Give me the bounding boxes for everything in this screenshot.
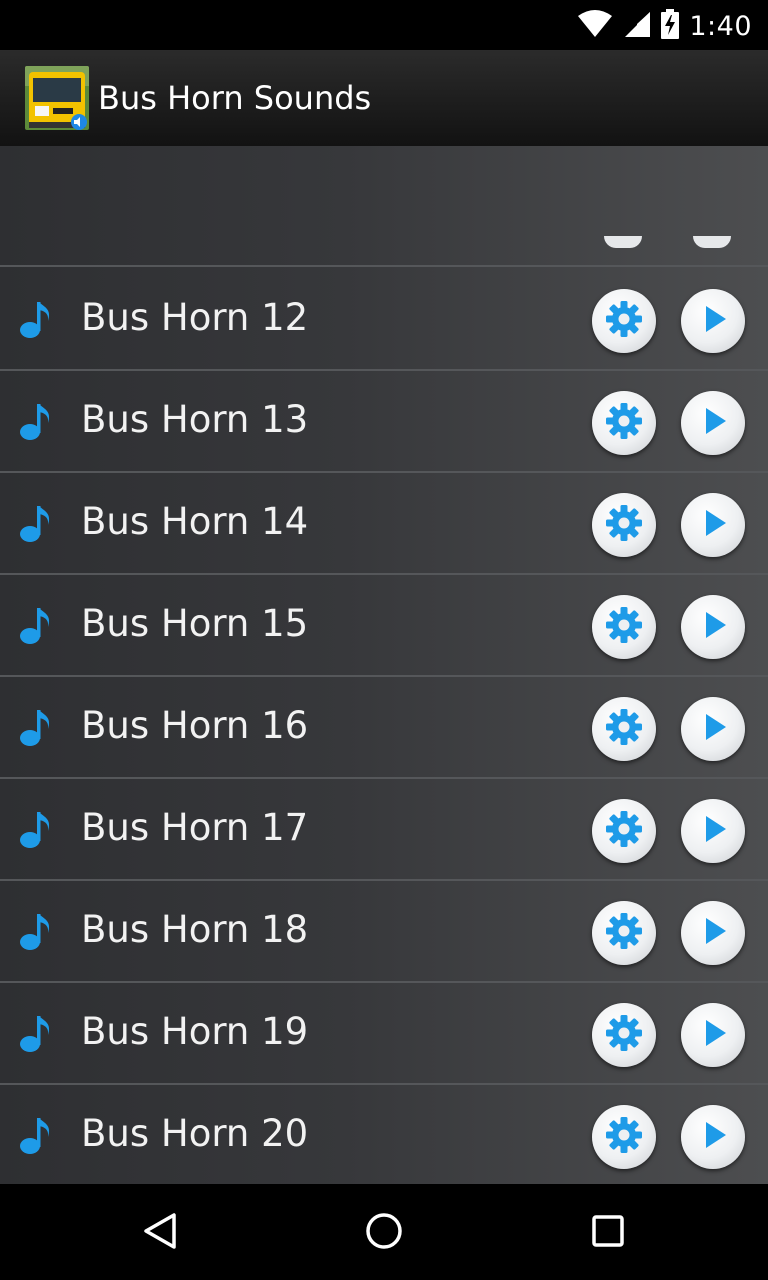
list-item-label: Bus Horn 14 (81, 500, 309, 543)
music-note-icon (18, 299, 56, 339)
settings-button[interactable] (592, 595, 656, 659)
list-item[interactable]: Bus Horn 13 (0, 371, 768, 473)
list-item[interactable]: Bus Horn 17 (0, 779, 768, 881)
settings-button[interactable] (592, 289, 656, 353)
play-button[interactable] (681, 1003, 745, 1067)
play-icon (700, 609, 730, 645)
settings-button[interactable] (592, 391, 656, 455)
music-note-icon (18, 1013, 56, 1053)
back-icon (140, 1211, 180, 1255)
play-button[interactable] (681, 901, 745, 965)
settings-button[interactable] (592, 1105, 656, 1169)
action-bar: Bus Horn Sounds (0, 50, 768, 146)
bus-app-icon (25, 66, 89, 130)
music-note-icon (18, 707, 56, 747)
recents-button[interactable] (583, 1208, 633, 1258)
settings-button[interactable] (592, 901, 656, 965)
list-item[interactable]: Bus Horn 12 (0, 269, 768, 371)
list-item-label: Bus Horn 18 (81, 908, 309, 951)
gear-icon (604, 809, 644, 853)
home-icon (364, 1211, 404, 1255)
status-icons: 1:40 (577, 8, 752, 44)
app-title: Bus Horn Sounds (98, 79, 372, 117)
play-button[interactable] (681, 391, 745, 455)
list-item-label: Bus Horn 15 (81, 602, 309, 645)
list-item[interactable]: Bus Horn 19 (0, 983, 768, 1085)
list-item[interactable]: Bus Horn 14 (0, 473, 768, 575)
play-icon (700, 813, 730, 849)
gear-icon (604, 605, 644, 649)
settings-button[interactable] (592, 697, 656, 761)
list-item-label: Bus Horn 16 (81, 704, 309, 747)
back-button[interactable] (135, 1208, 185, 1258)
gear-icon (604, 911, 644, 955)
settings-button[interactable] (592, 1003, 656, 1067)
home-button[interactable] (359, 1208, 409, 1258)
list-item[interactable]: Bus Horn 20 (0, 1085, 768, 1184)
gear-icon (604, 1013, 644, 1057)
gear-icon (604, 401, 644, 445)
play-button[interactable] (681, 595, 745, 659)
play-icon (700, 1017, 730, 1053)
partial-list-item[interactable] (0, 146, 768, 267)
play-button[interactable] (681, 1105, 745, 1169)
settings-button-partial[interactable] (604, 236, 642, 248)
play-icon (700, 1119, 730, 1155)
play-button[interactable] (681, 493, 745, 557)
music-note-icon (18, 809, 56, 849)
play-icon (700, 303, 730, 339)
list-item[interactable]: Bus Horn 18 (0, 881, 768, 983)
list-item-label: Bus Horn 17 (81, 806, 309, 849)
music-note-icon (18, 401, 56, 441)
gear-icon (604, 503, 644, 547)
settings-button[interactable] (592, 493, 656, 557)
play-button-partial[interactable] (693, 236, 731, 248)
music-note-icon (18, 503, 56, 543)
music-note-icon (18, 911, 56, 951)
status-bar: 1:40 (0, 0, 768, 50)
music-note-icon (18, 1115, 56, 1155)
settings-button[interactable] (592, 799, 656, 863)
status-time: 1:40 (689, 10, 752, 42)
list-item-label: Bus Horn 13 (81, 398, 309, 441)
play-button[interactable] (681, 289, 745, 353)
list-item-label: Bus Horn 20 (81, 1112, 309, 1155)
music-note-icon (18, 605, 56, 645)
play-icon (700, 915, 730, 951)
recents-icon (588, 1211, 628, 1255)
horn-sound-list[interactable]: Bus Horn 12 Bus Horn 13 Bus Horn 14 Bus Hor… (0, 146, 768, 1184)
gear-icon (604, 299, 644, 343)
cell-signal-icon (623, 10, 651, 42)
wifi-icon (577, 10, 613, 42)
list-item[interactable]: Bus Horn 16 (0, 677, 768, 779)
battery-charging-icon (661, 9, 680, 43)
navigation-bar (0, 1184, 768, 1280)
gear-icon (604, 1115, 644, 1159)
play-button[interactable] (681, 799, 745, 863)
play-icon (700, 711, 730, 747)
list-item[interactable]: Bus Horn 15 (0, 575, 768, 677)
gear-icon (604, 707, 644, 751)
play-icon (700, 507, 730, 543)
list-item-label: Bus Horn 12 (81, 296, 309, 339)
list-item-label: Bus Horn 19 (81, 1010, 309, 1053)
play-button[interactable] (681, 697, 745, 761)
play-icon (700, 405, 730, 441)
